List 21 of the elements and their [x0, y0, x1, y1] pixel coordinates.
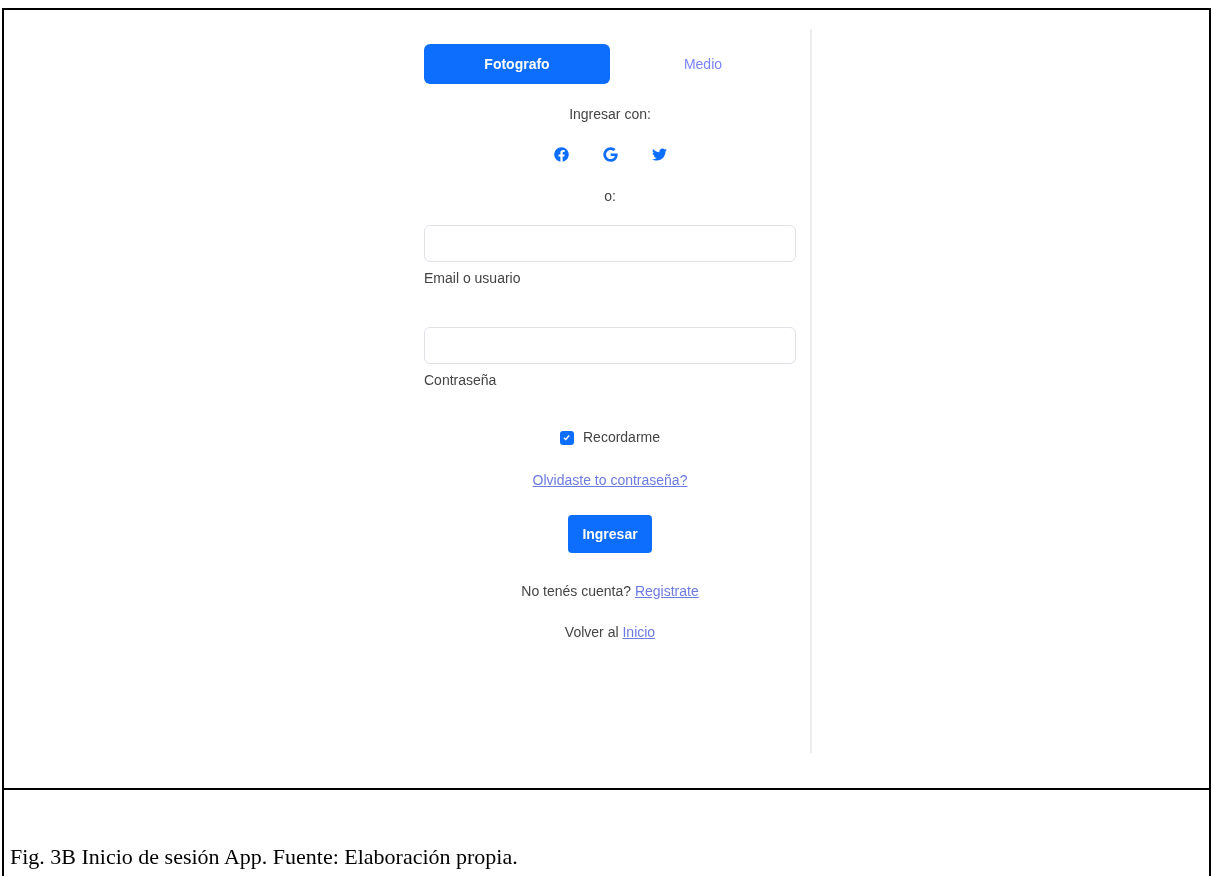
- g-letter-icon[interactable]: [602, 147, 618, 162]
- bird-icon[interactable]: [651, 147, 667, 162]
- login-button[interactable]: Ingresar: [568, 515, 652, 553]
- separator-text: o:: [604, 187, 616, 206]
- tab[interactable]: Fotografo: [424, 44, 610, 84]
- register-link[interactable]: Registrate: [634, 583, 699, 599]
- input-field[interactable]: [424, 225, 796, 262]
- back-prompt: Volver al: [564, 624, 619, 640]
- field-label: Contraseña: [424, 371, 498, 390]
- tab[interactable]: Medio: [610, 44, 796, 84]
- forgot-password-link[interactable]: Olvidaste to contraseña?: [532, 470, 688, 491]
- input-field[interactable]: [424, 327, 796, 364]
- social-login-prompt: Ingresar con:: [569, 105, 651, 124]
- facebook-icon[interactable]: [553, 147, 569, 162]
- register-prompt: No tenés cuenta?: [521, 583, 631, 599]
- figure-caption: Fig. 3B Inicio de sesión App. Fuente: Elaboración propia.: [10, 844, 518, 869]
- check-icon: [562, 433, 572, 442]
- remember-checkbox[interactable]: [560, 430, 574, 445]
- remember-label: Recordarme: [583, 428, 660, 447]
- home-link[interactable]: Inicio: [622, 624, 656, 640]
- field-label: Email o usuario: [424, 269, 522, 288]
